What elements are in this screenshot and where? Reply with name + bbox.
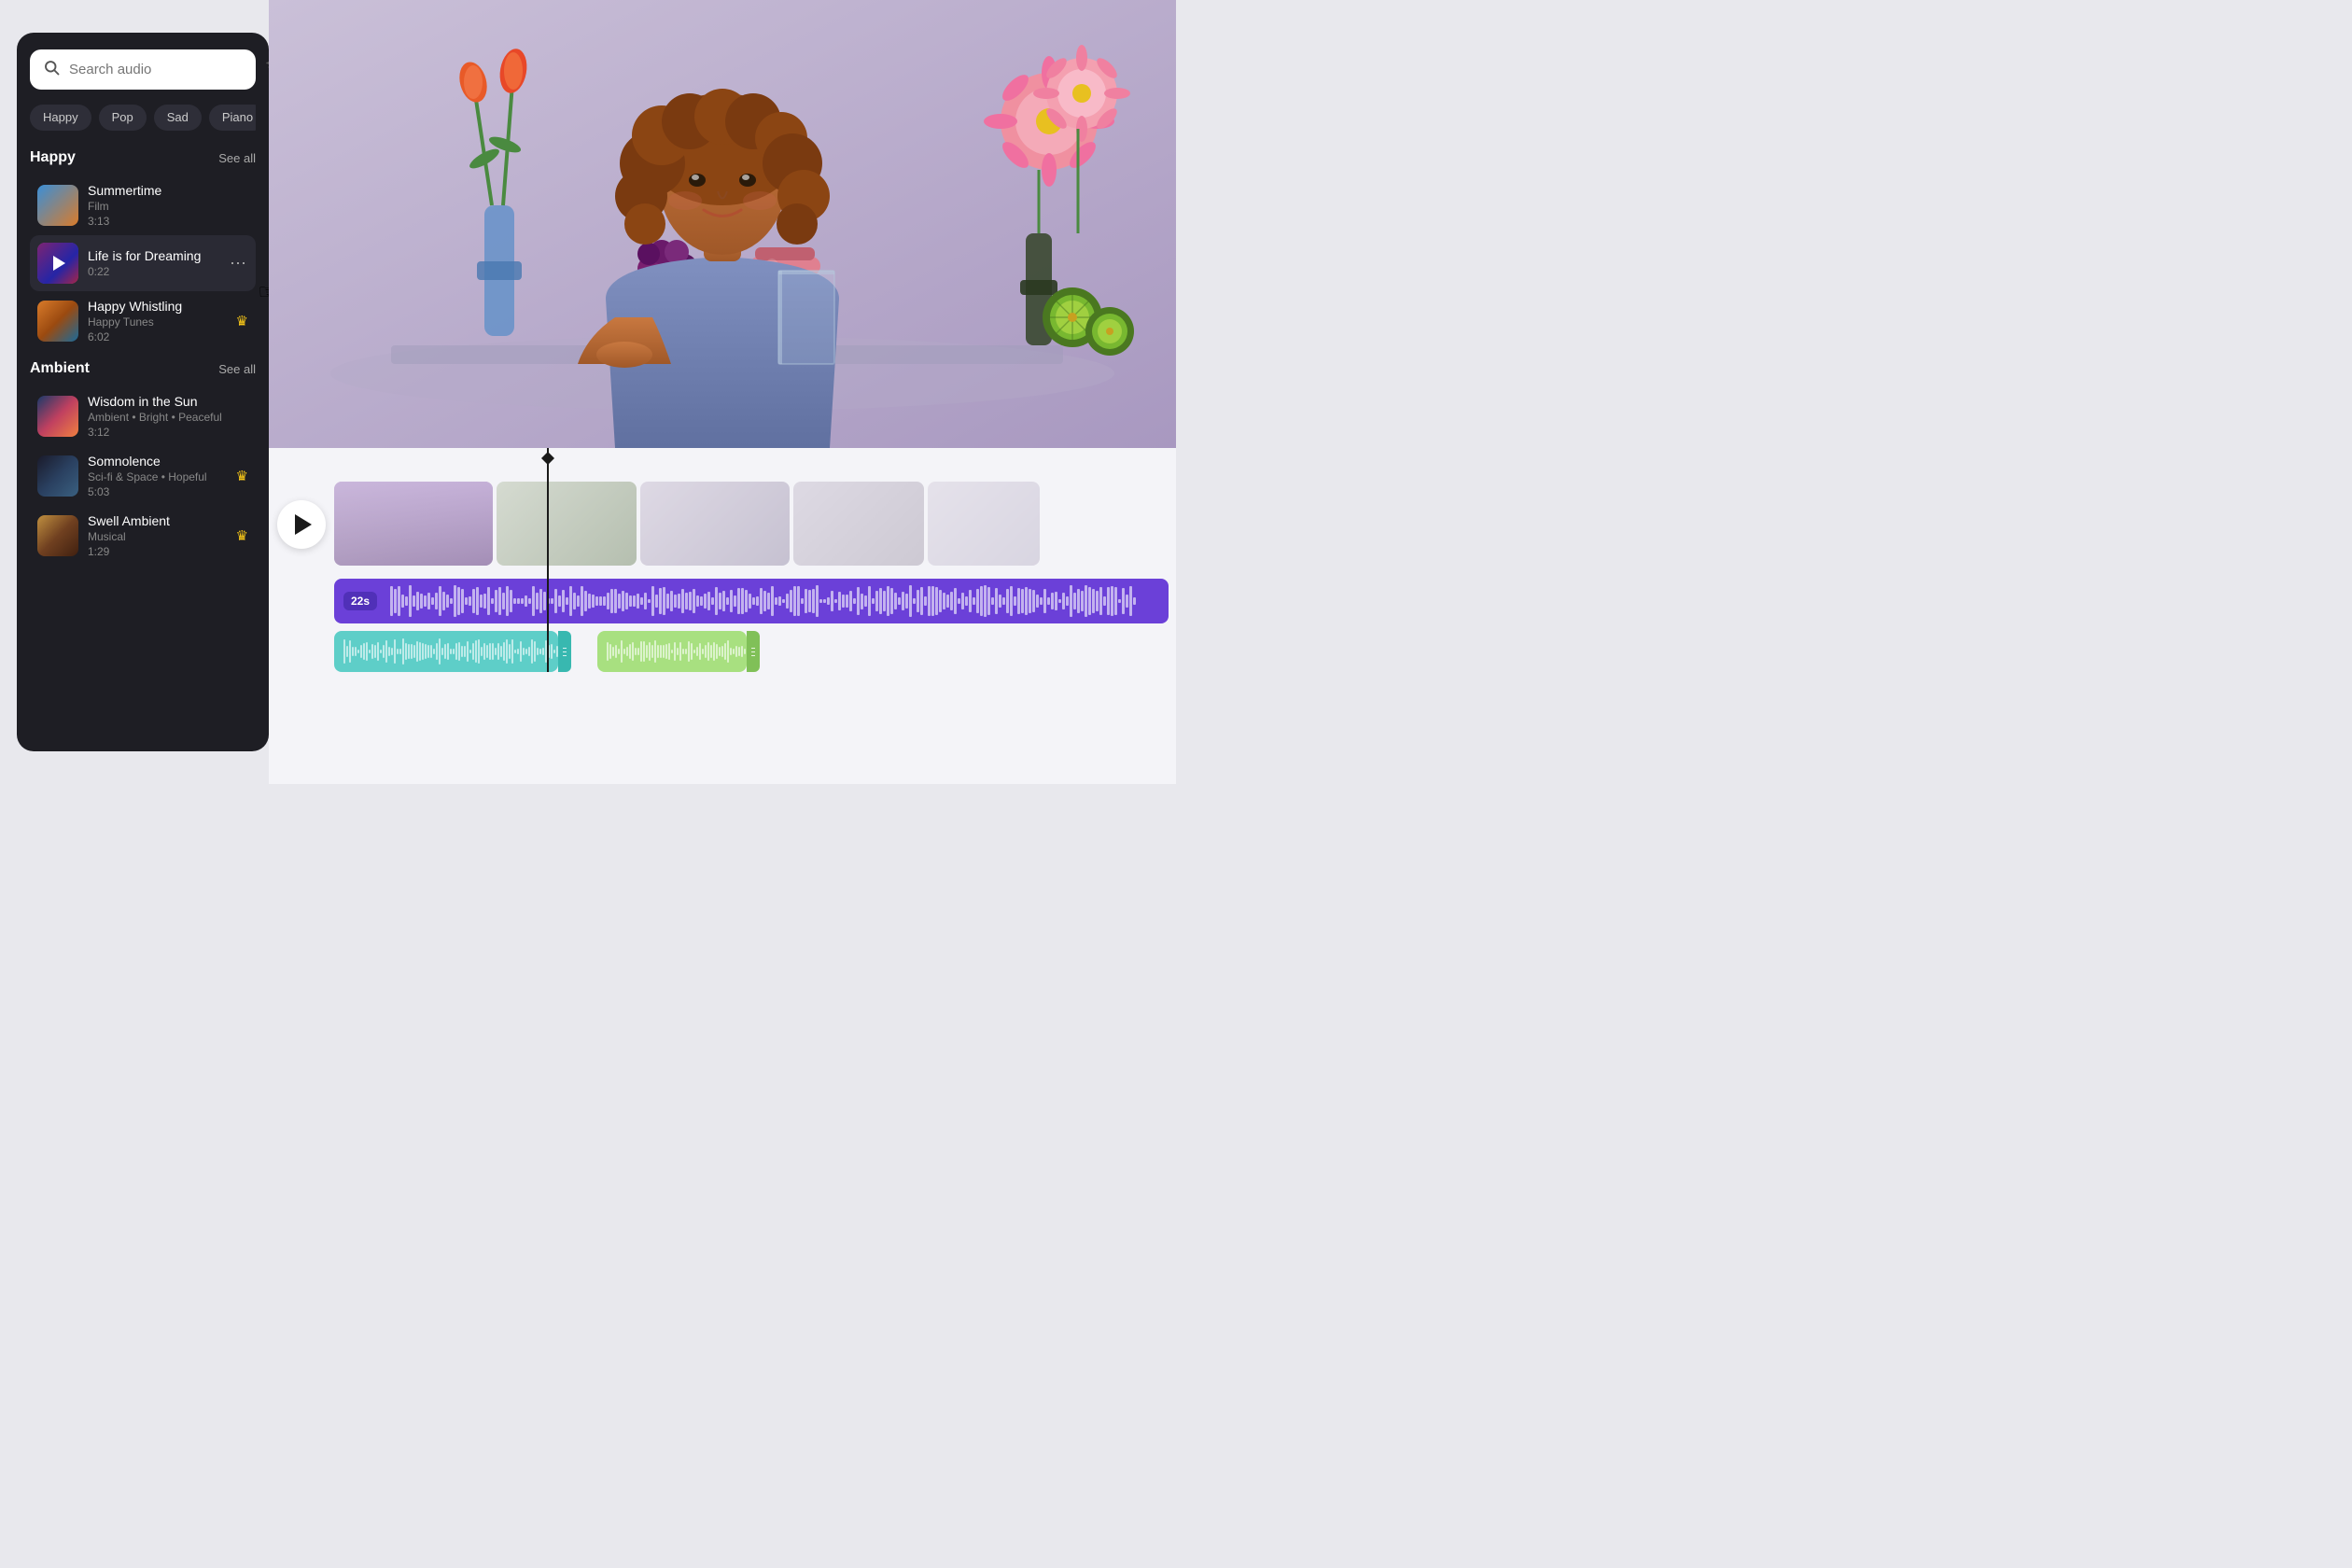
right-panel: 22s: [269, 0, 1176, 784]
track-genre-somnolence: Sci-fi & Space • Hopeful: [88, 470, 227, 483]
audio-track-green[interactable]: [597, 631, 747, 672]
audio-track-purple[interactable]: 22s: [334, 579, 1169, 623]
section-title-ambient: Ambient: [30, 360, 90, 377]
category-chips: Happy Pop Sad Piano Jazz Bi▶: [30, 105, 256, 131]
green-trim-line-1: [751, 648, 755, 649]
tracks-playhead-line: [547, 474, 549, 672]
search-bar[interactable]: [30, 49, 256, 90]
timeline-content: 22s: [269, 474, 1176, 672]
premium-badge-whistling: ♛: [236, 313, 248, 329]
see-all-happy[interactable]: See all: [218, 151, 256, 165]
chip-happy[interactable]: Happy: [30, 105, 91, 131]
track-thumb-wisdom: [37, 396, 78, 437]
chip-pop[interactable]: Pop: [99, 105, 147, 131]
green-trim-grip: [751, 648, 755, 656]
trim-line-2: [563, 651, 567, 652]
track-thumb-swell: [37, 515, 78, 556]
chip-piano[interactable]: Piano: [209, 105, 256, 131]
scene-illustration: [269, 0, 1176, 448]
video-preview: [269, 0, 1176, 448]
chip-sad[interactable]: Sad: [154, 105, 202, 131]
play-overlay: [37, 243, 78, 284]
see-all-ambient[interactable]: See all: [218, 362, 256, 376]
track-thumb-whistling: [37, 301, 78, 342]
green-trim-handle[interactable]: [747, 631, 760, 672]
waveform-teal: [334, 631, 558, 672]
track-wisdom[interactable]: Wisdom in the Sun Ambient • Bright • Pea…: [30, 386, 256, 446]
track-thumb-summertime: [37, 185, 78, 226]
track-summertime[interactable]: Summertime Film 3:13: [30, 175, 256, 235]
timeline-area: 22s: [269, 448, 1176, 784]
track-info-wisdom: Wisdom in the Sun Ambient • Bright • Pea…: [88, 394, 248, 439]
search-input[interactable]: [69, 62, 255, 77]
track-duration-summertime: 3:13: [88, 215, 248, 228]
green-trim-line-2: [751, 651, 755, 652]
track-happy-whistling[interactable]: Happy Whistling Happy Tunes 6:02 ♛: [30, 291, 256, 351]
video-thumb-2: [497, 482, 637, 566]
play-icon: [295, 514, 312, 535]
premium-badge-swell: ♛: [236, 527, 248, 544]
video-thumb-1: [334, 482, 493, 566]
track-name-life: Life is for Dreaming: [88, 248, 218, 263]
video-thumb-3: [640, 482, 790, 566]
track-duration-swell: 1:29: [88, 545, 227, 558]
track-more-button[interactable]: ⋯: [228, 254, 248, 273]
track-duration-life: 0:22: [88, 265, 218, 278]
track-name-whistling: Happy Whistling: [88, 299, 227, 314]
section-header-happy: Happy See all: [30, 149, 256, 166]
track-genre-swell: Musical: [88, 530, 227, 543]
track-info-summertime: Summertime Film 3:13: [88, 183, 248, 228]
premium-badge-somnolence: ♛: [236, 468, 248, 484]
track-genre-wisdom: Ambient • Bright • Peaceful: [88, 411, 248, 424]
video-thumb-5: [928, 482, 1040, 566]
trim-line-3: [563, 655, 567, 656]
audio-panel: Happy Pop Sad Piano Jazz Bi▶ Happy See a…: [17, 33, 269, 751]
track-info-whistling: Happy Whistling Happy Tunes 6:02: [88, 299, 227, 343]
track-life-dreaming[interactable]: Life is for Dreaming 0:22 ⋯ ☞: [30, 235, 256, 291]
bottom-tracks-row: [334, 631, 1176, 672]
track-swell[interactable]: Swell Ambient Musical 1:29 ♛: [30, 506, 256, 566]
video-thumb-4: [793, 482, 924, 566]
track-thumb-somnolence: [37, 455, 78, 497]
section-title-happy: Happy: [30, 149, 76, 166]
video-strip: [334, 482, 1176, 566]
track-info-life: Life is for Dreaming 0:22: [88, 248, 218, 278]
audio-track-teal[interactable]: [334, 631, 558, 672]
section-header-ambient: Ambient See all: [30, 360, 256, 377]
cursor-hand: ☞: [258, 280, 269, 304]
search-icon: [43, 59, 60, 80]
track-info-swell: Swell Ambient Musical 1:29: [88, 513, 227, 558]
tracks-area: 22s: [334, 474, 1176, 672]
track-name-summertime: Summertime: [88, 183, 248, 198]
track-somnolence[interactable]: Somnolence Sci-fi & Space • Hopeful 5:03…: [30, 446, 256, 506]
trim-handle-grip: [563, 648, 567, 656]
waveform-green: [597, 631, 747, 672]
timeline-top: [269, 448, 1176, 474]
track-duration-whistling: 6:02: [88, 330, 227, 343]
track-genre-whistling: Happy Tunes: [88, 315, 227, 329]
waveform-purple: [334, 579, 1169, 623]
playhead-marker: [547, 448, 549, 474]
trim-line-1: [563, 648, 567, 649]
play-triangle-icon: [53, 256, 65, 271]
track-genre-summertime: Film: [88, 200, 248, 213]
track-duration-wisdom: 3:12: [88, 426, 248, 439]
track-name-swell: Swell Ambient: [88, 513, 227, 528]
track-thumb-life: [37, 243, 78, 284]
track-name-wisdom: Wisdom in the Sun: [88, 394, 248, 409]
play-button-wrap: [269, 474, 334, 549]
track-info-somnolence: Somnolence Sci-fi & Space • Hopeful 5:03: [88, 454, 227, 498]
timeline-play-button[interactable]: [277, 500, 326, 549]
track-duration-somnolence: 5:03: [88, 485, 227, 498]
teal-trim-handle[interactable]: [558, 631, 571, 672]
playhead-diamond: [541, 452, 554, 465]
track-name-somnolence: Somnolence: [88, 454, 227, 469]
green-trim-line-3: [751, 655, 755, 656]
